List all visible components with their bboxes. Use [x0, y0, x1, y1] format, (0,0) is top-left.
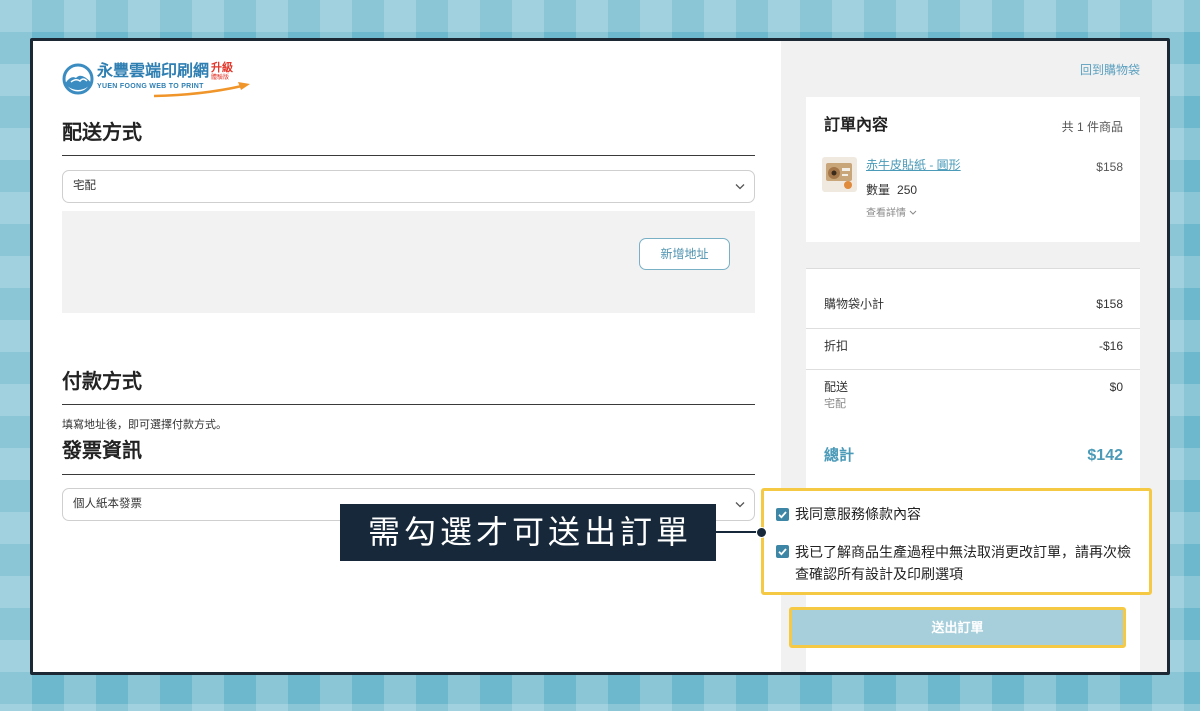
view-details-toggle[interactable]: 查看詳情 [866, 208, 917, 220]
order-heading: 訂單內容 [824, 117, 889, 134]
shipping-fee-method: 宅配 [824, 398, 846, 410]
subtotal-label: 購物袋小計 [824, 297, 885, 311]
agreements-box: 我同意服務條款內容 我已了解商品生產過程中無法取消更改訂單，請再次檢查確認所有設… [761, 488, 1152, 595]
terms-checkbox[interactable] [776, 508, 789, 521]
shipping-method-select[interactable]: 宅配 [62, 170, 755, 203]
subtotal-value: $158 [1096, 297, 1123, 311]
quantity-value: 250 [897, 183, 918, 197]
payment-hint: 填寫地址後，即可選擇付款方式。 [62, 419, 227, 431]
payment-divider [62, 404, 755, 405]
chevron-down-icon [735, 502, 745, 508]
summary-divider [806, 369, 1140, 370]
no-cancel-checkbox[interactable] [776, 545, 789, 558]
total-label: 總計 [824, 447, 855, 464]
item-name-link[interactable]: 赤牛皮貼紙 - 圓形 [866, 158, 961, 172]
summary-divider [806, 328, 1140, 329]
payment-heading: 付款方式 [62, 371, 142, 393]
shipping-fee-label: 配送 [824, 380, 849, 394]
item-quantity: 數量 250 [866, 183, 917, 197]
shipping-fee-value: $0 [1109, 380, 1123, 394]
discount-label: 折扣 [824, 339, 849, 353]
invoice-divider [62, 474, 755, 475]
chevron-down-icon [735, 184, 745, 190]
invoice-heading: 發票資訊 [62, 440, 142, 462]
callout-annotation: 需勾選才可送出訂單 [340, 504, 716, 561]
back-to-cart-link[interactable]: 回到購物袋 [1080, 63, 1140, 77]
item-count: 共 1 件商品 [1061, 120, 1123, 134]
check-icon [778, 511, 787, 519]
add-address-button[interactable]: 新增地址 [639, 238, 730, 270]
order-items-card: 訂單內容 共 1 件商品 赤牛皮貼紙 - 圓形 $158 數量 250 查看詳情 [806, 97, 1140, 242]
chevron-down-icon [909, 210, 917, 215]
quantity-label: 數量 [866, 183, 891, 197]
check-icon [778, 548, 787, 556]
shipping-divider [62, 155, 755, 156]
product-thumbnail [822, 157, 857, 192]
site-logo[interactable]: 永豐雲端印刷網 升級 體驗版 YUEN FOONG WEB TO PRINT [62, 62, 252, 98]
logo-swoosh-icon [153, 82, 250, 98]
shipping-method-value: 宅配 [73, 180, 96, 192]
item-price: $158 [1096, 160, 1123, 174]
no-cancel-label[interactable]: 我已了解商品生產過程中無法取消更改訂單，請再次檢查確認所有設計及印刷選項 [795, 541, 1142, 585]
discount-value: -$16 [1098, 339, 1123, 353]
view-details-label: 查看詳情 [866, 208, 906, 219]
invoice-type-value: 個人紙本發票 [73, 498, 142, 510]
shipping-heading: 配送方式 [62, 122, 142, 144]
callout-connector-line [716, 531, 760, 533]
submit-order-button[interactable]: 送出訂單 [789, 607, 1126, 648]
callout-connector-dot [756, 527, 767, 538]
terms-label[interactable]: 我同意服務條款內容 [795, 503, 1142, 525]
total-value: $142 [1087, 447, 1123, 464]
